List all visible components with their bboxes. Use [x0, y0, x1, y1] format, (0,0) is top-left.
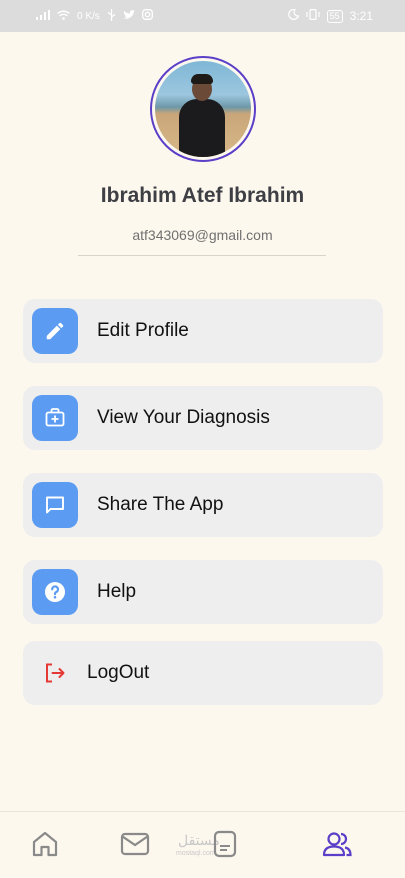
moon-icon: [287, 8, 300, 23]
avatar: [155, 61, 251, 157]
pencil-icon: [32, 308, 78, 354]
logout-icon: [40, 658, 70, 688]
nav-profile[interactable]: [321, 830, 353, 862]
logout-button[interactable]: LogOut: [23, 641, 383, 705]
medical-case-icon: [32, 395, 78, 441]
nav-home[interactable]: [29, 830, 61, 862]
status-bar: 0 K/s 55 3:21: [0, 0, 405, 32]
home-icon: [30, 829, 60, 864]
bottom-nav: مستقل mostaql.com: [0, 811, 405, 878]
clock: 3:21: [349, 9, 373, 23]
document-icon: [210, 829, 240, 864]
net-speed: 0 K/s: [77, 10, 100, 22]
nav-documents[interactable]: [209, 830, 241, 862]
avatar-ring[interactable]: [150, 56, 256, 162]
user-name: Ibrahim Atef Ibrahim: [100, 184, 305, 207]
menu-label-edit-profile: Edit Profile: [97, 320, 189, 341]
usb-icon: [107, 8, 116, 24]
menu-label-view-diagnosis: View Your Diagnosis: [97, 407, 270, 428]
chat-bubble-icon: [32, 482, 78, 528]
twitter-icon: [122, 9, 135, 23]
battery-indicator: 55: [326, 9, 343, 23]
menu-item-share-app[interactable]: Share The App: [23, 473, 383, 537]
instagram-icon: [141, 9, 153, 23]
mail-icon: [119, 829, 151, 864]
signal-icon: [36, 9, 50, 23]
user-email: atf343069@gmail.com: [132, 227, 273, 243]
logout-label: LogOut: [87, 662, 150, 683]
nav-mail[interactable]: [119, 830, 151, 862]
people-icon: [321, 829, 353, 864]
wifi-icon: [57, 10, 70, 23]
profile-divider: [78, 255, 326, 256]
avatar-person-body: [179, 99, 225, 157]
menu-label-help: Help: [97, 581, 137, 602]
avatar-person-hair: [191, 74, 213, 84]
help-icon: [32, 569, 78, 615]
menu-label-share-app: Share The App: [97, 494, 224, 515]
vibrate-icon: [306, 9, 320, 23]
menu-item-help[interactable]: Help: [23, 560, 383, 624]
menu-item-view-diagnosis[interactable]: View Your Diagnosis: [23, 386, 383, 450]
menu-item-edit-profile[interactable]: Edit Profile: [23, 299, 383, 363]
